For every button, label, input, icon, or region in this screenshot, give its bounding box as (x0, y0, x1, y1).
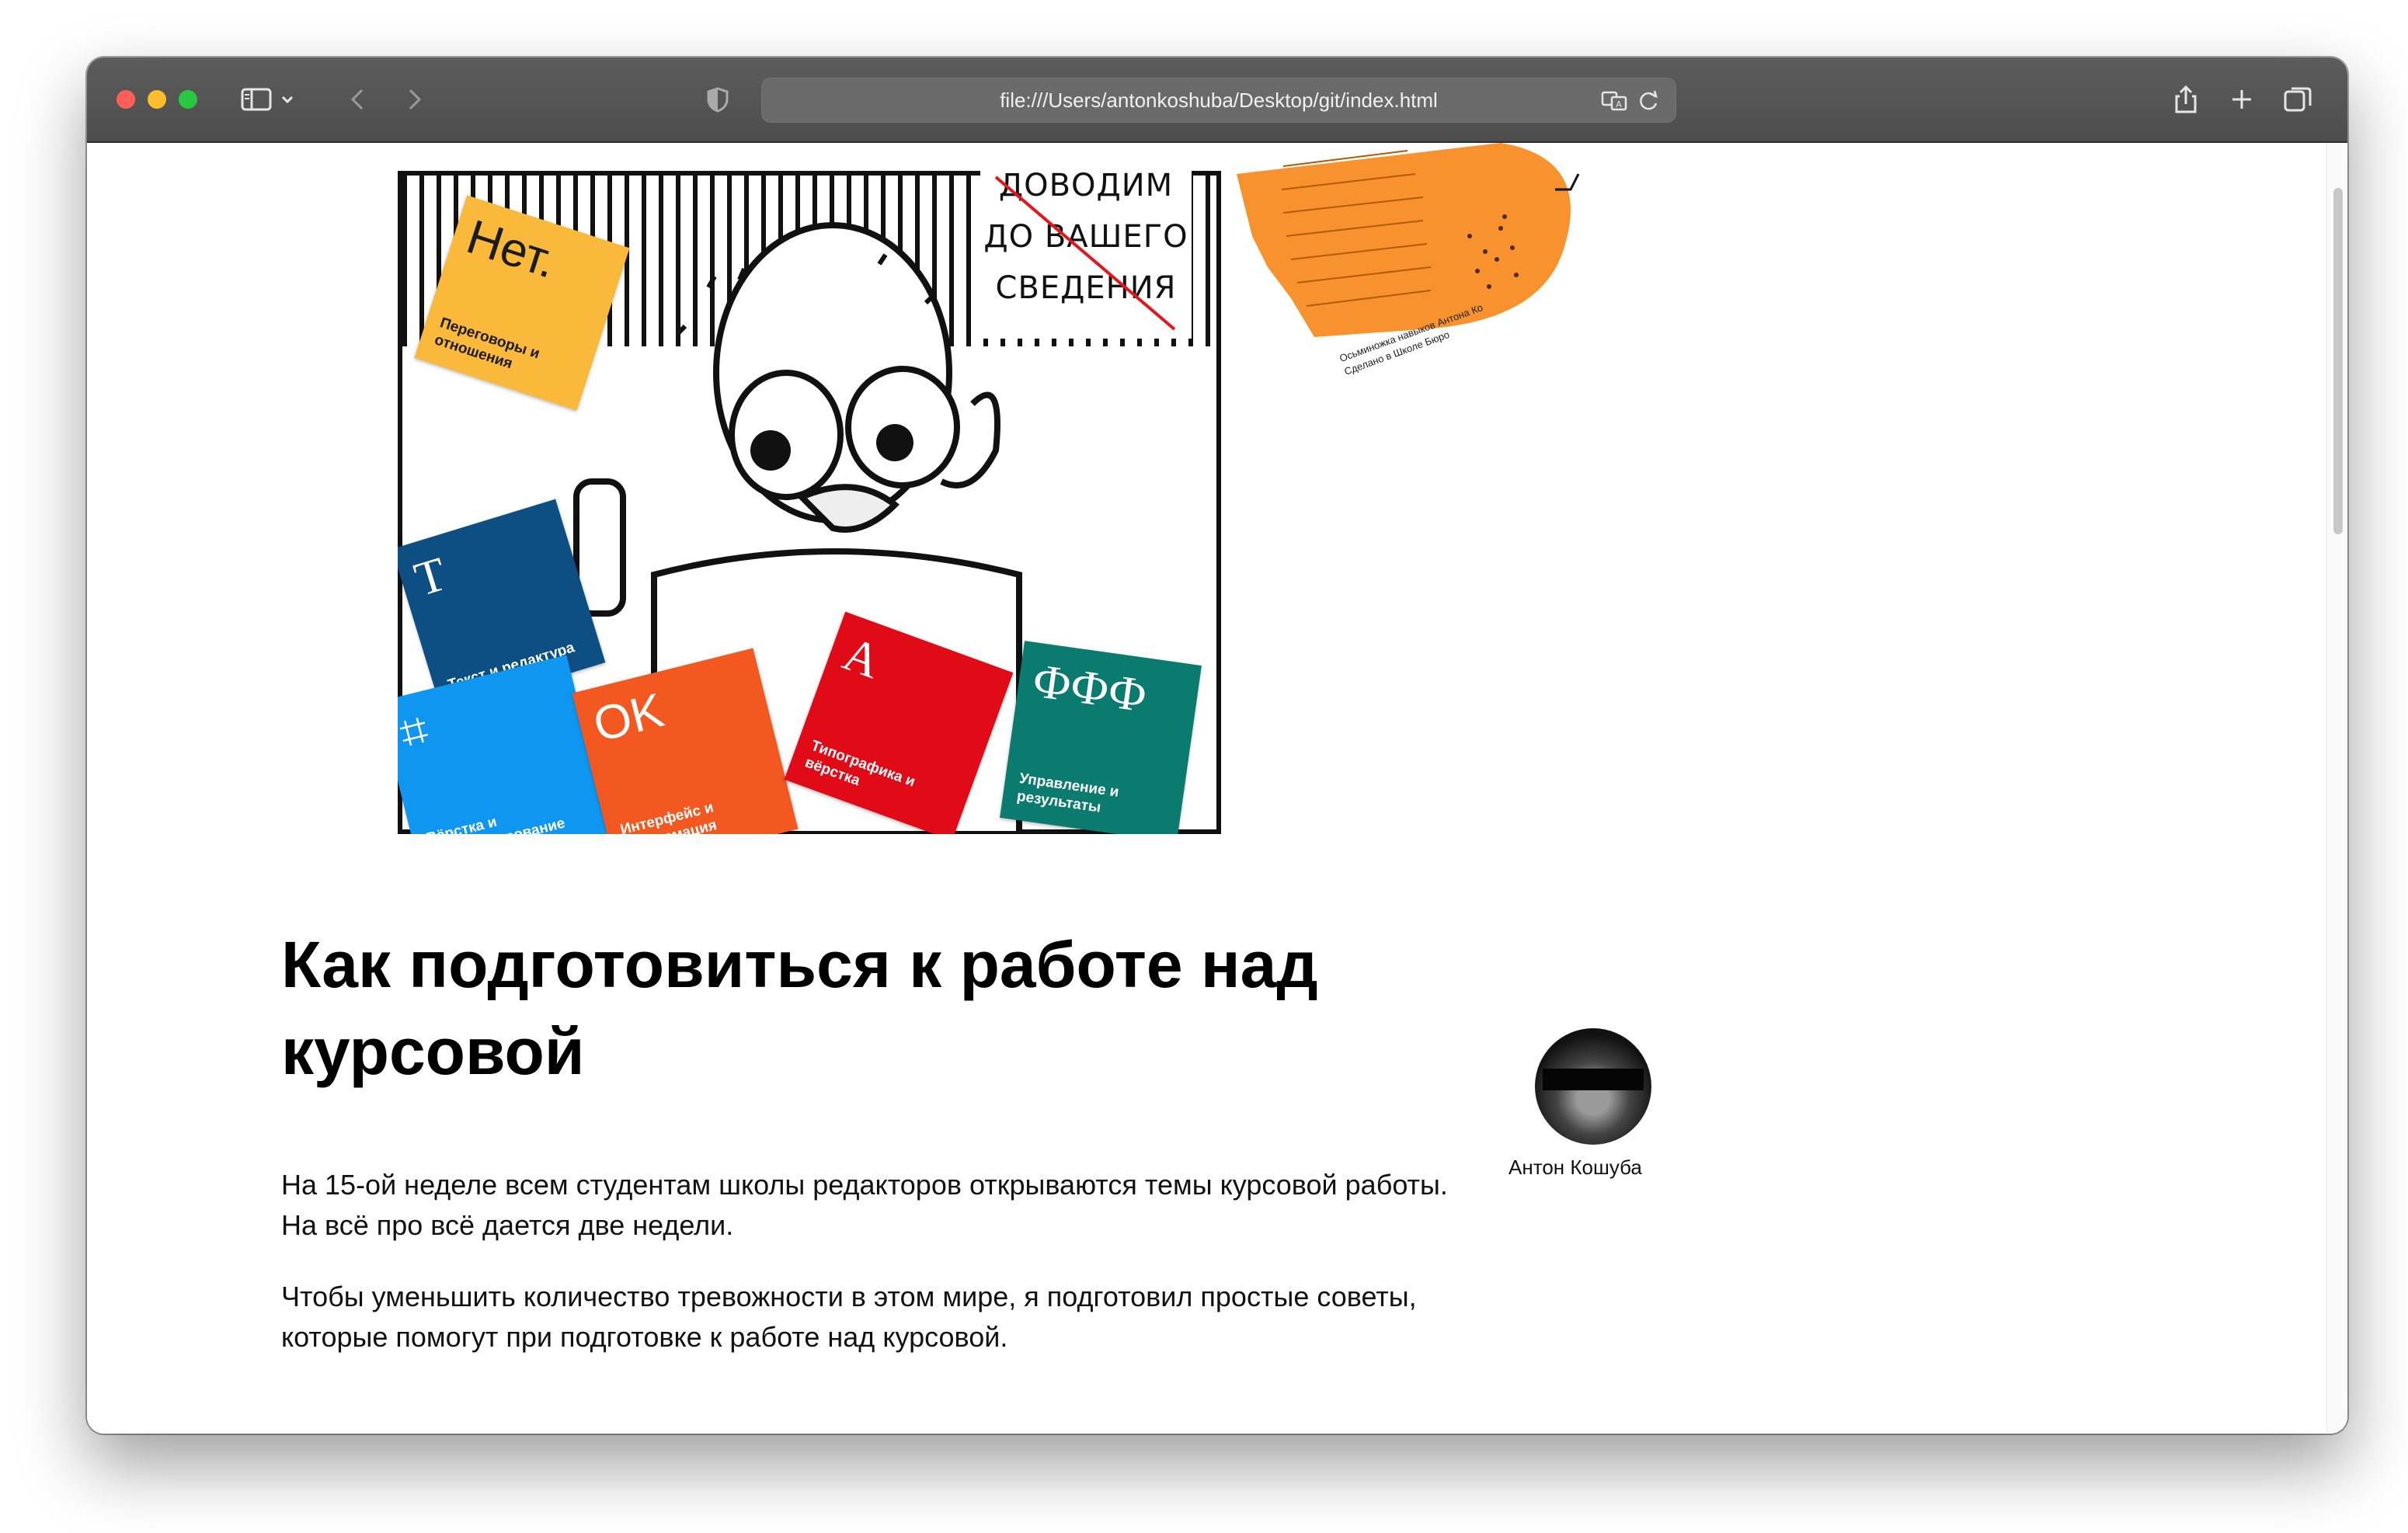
browser-window: file:///Users/antonkoshuba/Desktop/git/i… (87, 57, 2347, 1434)
forward-arrow-icon[interactable] (391, 78, 435, 121)
new-tab-plus-icon[interactable] (2220, 78, 2264, 121)
article-paragraph: Чтобы уменьшить количество тревожности в… (281, 1281, 1417, 1353)
author-name[interactable]: Антон Кошуба (1508, 1156, 1642, 1180)
skill-card-management: ФФФ Управление и результаты (1000, 641, 1202, 834)
avatar-photo-band (1543, 1069, 1644, 1090)
chevron-down-icon[interactable] (272, 78, 303, 121)
close-window-button[interactable] (117, 90, 135, 109)
author-avatar[interactable] (1535, 1028, 1651, 1145)
card-caption: Интерфейс и информация (618, 799, 719, 834)
notice-sticker: ДОВОДИМ ДО ВАШЕГО СВЕДЕНИЯ (980, 160, 1192, 339)
share-icon[interactable] (2164, 78, 2208, 121)
card-caption: Управление и результаты (1015, 770, 1120, 816)
translate-icon[interactable]: A (1598, 78, 1632, 122)
article-paragraph: На 15-ой неделе всем студентам школы ред… (281, 1169, 1448, 1241)
red-strike-line (994, 176, 1176, 331)
scrollbar-thumb[interactable] (2333, 188, 2343, 534)
browser-toolbar: file:///Users/antonkoshuba/Desktop/git/i… (87, 57, 2347, 143)
svg-text:A: A (1616, 99, 1622, 110)
page-content: Нет. Переговоры и отношения T Текст и ре… (87, 143, 2347, 1434)
card-caption: Вёрстка и прототипирование (424, 814, 567, 834)
card-big-text: ФФФ (1029, 654, 1150, 723)
minimize-window-button[interactable] (148, 90, 166, 109)
back-arrow-icon[interactable] (337, 78, 381, 121)
reload-icon[interactable] (1632, 78, 1666, 122)
address-bar[interactable]: file:///Users/antonkoshuba/Desktop/git/i… (761, 78, 1676, 123)
tab-overview-icon[interactable] (2276, 78, 2319, 121)
scrollbar-track[interactable] (2326, 143, 2347, 1434)
article-title: Как подготовиться к работе над курсовой (281, 928, 1318, 1088)
address-url: file:///Users/antonkoshuba/Desktop/git/i… (1000, 89, 1438, 112)
zoom-window-button[interactable] (179, 90, 197, 109)
privacy-shield-icon[interactable] (696, 78, 739, 121)
